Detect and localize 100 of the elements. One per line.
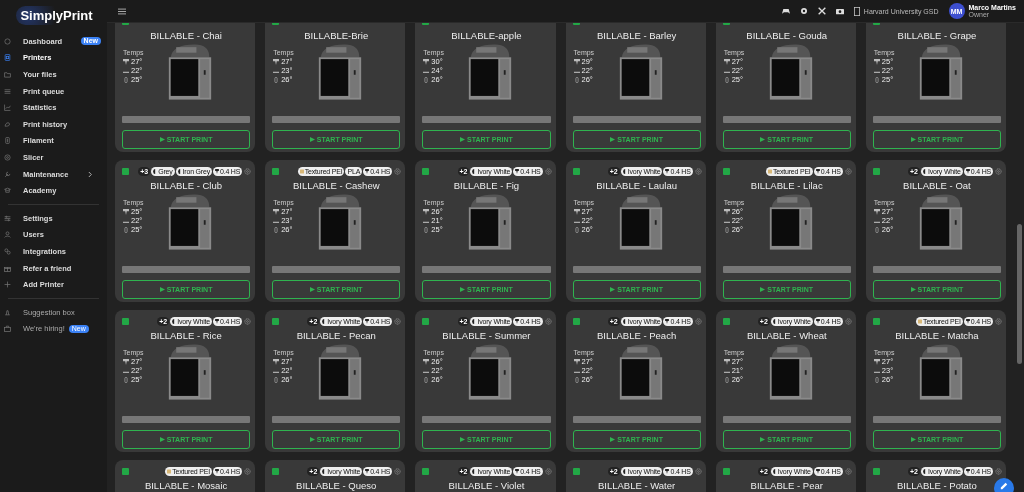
printer-name: BILLABLE - Barley — [595, 30, 678, 41]
nozzle-icon — [965, 318, 970, 324]
nozzle-icon — [815, 468, 820, 474]
thermometer-icon — [423, 76, 430, 83]
nozzle-icon — [665, 468, 670, 474]
printer-name: BILLABLE - Rice — [149, 330, 223, 341]
printer-name: BILLABLE - Grape — [896, 30, 978, 41]
printer-name: BILLABLE - Lilac — [749, 180, 824, 191]
printer-name: BILLABLE - Pecan — [295, 330, 377, 341]
list-icon — [4, 87, 11, 95]
play-icon — [610, 137, 616, 142]
spool-icon — [923, 168, 927, 174]
printer-drawing — [917, 342, 964, 402]
plate-icon — [167, 468, 172, 474]
nozzle-icon — [873, 358, 880, 365]
printer-name: BILLABLE - Mosaic — [143, 480, 229, 491]
spool-icon — [322, 318, 327, 324]
thermometer-icon — [873, 76, 880, 83]
printer-name: BILLABLE - Chai — [149, 30, 223, 41]
nozzle-icon — [273, 208, 280, 215]
spool-icon — [177, 168, 182, 174]
printer-name: BILLABLE - Summer — [441, 330, 532, 341]
printer-name: BILLABLE - Peach — [595, 330, 678, 341]
plate-icon — [767, 168, 772, 174]
printer-name: BILLABLE - Oat — [902, 180, 972, 191]
play-icon — [610, 287, 616, 292]
printer-name: BILLABLE - Laulau — [595, 180, 678, 191]
play-icon — [159, 287, 165, 292]
nozzle-icon — [515, 168, 520, 174]
nozzle-icon — [273, 58, 280, 65]
play-icon — [460, 137, 466, 142]
plate-icon — [918, 318, 923, 324]
nozzle-icon — [515, 318, 520, 324]
thermometer-icon — [723, 76, 730, 83]
nozzle-icon — [123, 58, 129, 65]
thermometer-icon — [423, 226, 430, 233]
spool-icon — [472, 318, 477, 324]
menu-icon[interactable] — [118, 7, 126, 15]
nozzle-icon — [573, 208, 580, 215]
printer-name: BILLABLE - Water — [596, 480, 677, 491]
nozzle-icon — [214, 168, 219, 174]
tools-icon[interactable] — [817, 7, 826, 15]
settings-icon[interactable] — [799, 7, 808, 15]
printer-name: BILLABLE - Queso — [295, 480, 378, 491]
nozzle-icon — [723, 208, 730, 215]
nozzle-icon — [965, 468, 970, 474]
thermometer-icon — [423, 376, 430, 383]
briefcase-icon — [4, 325, 11, 333]
camera-icon[interactable] — [835, 7, 844, 15]
play-icon — [760, 437, 766, 442]
printer-drawing — [317, 192, 364, 252]
play-icon — [610, 437, 616, 442]
spool-icon — [622, 318, 627, 324]
thermometer-icon — [573, 376, 580, 383]
thermometer-icon — [123, 226, 129, 233]
thermometer-icon — [123, 76, 129, 83]
play-icon — [760, 287, 766, 292]
nozzle-icon — [214, 318, 219, 324]
printer-drawing — [917, 192, 964, 252]
printer-drawing — [467, 342, 514, 402]
play-icon — [309, 137, 315, 142]
link-icon — [4, 247, 11, 255]
nozzle-icon — [723, 358, 730, 365]
spool-icon — [472, 168, 477, 174]
nozzle-icon — [815, 168, 820, 174]
target-icon — [4, 153, 11, 161]
spool-icon — [923, 468, 927, 474]
nozzle-icon — [573, 358, 580, 365]
chevron-icon — [88, 170, 93, 178]
printer-drawing — [467, 42, 514, 102]
nozzle-icon — [273, 358, 280, 365]
printer-drawing — [467, 192, 514, 252]
thermometer-icon — [123, 376, 129, 383]
chat-button[interactable] — [994, 478, 1014, 492]
thermometer-icon — [273, 226, 280, 233]
wrench-icon — [4, 170, 11, 178]
nozzle-icon — [665, 318, 670, 324]
printer-name: BILLABLE - Violet — [447, 480, 526, 491]
plate-icon — [299, 168, 304, 174]
spool-icon — [772, 468, 777, 474]
nozzle-icon — [515, 468, 520, 474]
thermometer-icon — [723, 226, 730, 233]
spool-icon — [472, 468, 477, 474]
printer-name: BILLABLE - Club — [149, 180, 223, 191]
printer-drawing — [617, 42, 664, 102]
printer-drawing — [317, 42, 364, 102]
nozzle-icon — [365, 468, 370, 474]
thermometer-icon — [723, 376, 730, 383]
printer-name: BILLABLE - Potato — [896, 480, 978, 491]
controller-icon[interactable] — [781, 7, 790, 15]
play-icon — [910, 137, 916, 142]
nozzle-icon — [423, 58, 430, 65]
printer-drawing — [317, 342, 364, 402]
spool-icon — [622, 468, 627, 474]
nozzle-icon — [723, 58, 730, 65]
chart-icon — [4, 104, 11, 112]
printer-drawing — [767, 42, 814, 102]
thermometer-icon — [873, 226, 880, 233]
printer-drawing — [767, 192, 814, 252]
printer-name: BILLABLE - Wheat — [745, 330, 828, 341]
